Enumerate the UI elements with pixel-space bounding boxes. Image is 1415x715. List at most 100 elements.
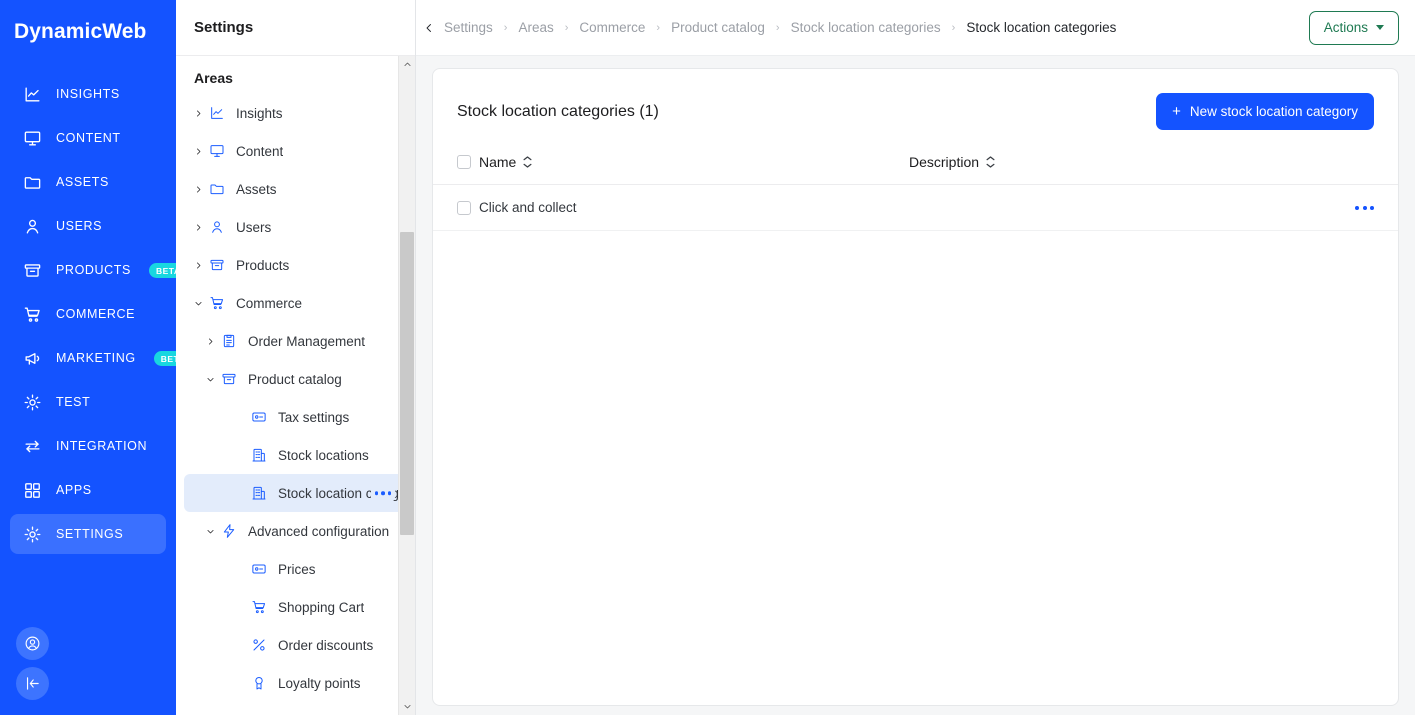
tree-node-order-management[interactable]: Order Management bbox=[184, 322, 409, 360]
rail-bottom-actions bbox=[16, 627, 49, 707]
monitor-icon bbox=[22, 128, 42, 148]
rail-item-label: INSIGHTS bbox=[56, 87, 120, 101]
chevron-right-icon[interactable] bbox=[190, 223, 206, 232]
sort-icon[interactable] bbox=[523, 156, 532, 168]
tree-node-label: Users bbox=[236, 219, 272, 235]
breadcrumb-item[interactable]: Stock location categories bbox=[791, 20, 941, 35]
chevron-right-icon[interactable] bbox=[202, 337, 218, 346]
clipboard-icon bbox=[218, 333, 240, 349]
column-header-name[interactable]: Name bbox=[479, 148, 909, 185]
collapse-rail-icon[interactable] bbox=[16, 667, 49, 700]
rail-item-commerce[interactable]: COMMERCE bbox=[10, 294, 166, 334]
chevron-down-icon[interactable] bbox=[202, 527, 218, 536]
tree-node-stock-location-categories[interactable]: Stock location categoriesri bbox=[184, 474, 409, 512]
rail-item-insights[interactable]: INSIGHTS bbox=[10, 74, 166, 114]
chevron-right-icon[interactable] bbox=[190, 261, 206, 270]
rail-item-label: SETTINGS bbox=[56, 527, 124, 541]
rail-item-content[interactable]: CONTENT bbox=[10, 118, 166, 158]
row-overflow-menu-icon[interactable] bbox=[909, 205, 1398, 210]
table-row[interactable]: Click and collect bbox=[433, 184, 1398, 231]
rail-item-label: ASSETS bbox=[56, 175, 109, 189]
tree-node-insights[interactable]: Insights bbox=[184, 94, 409, 132]
bolt-icon bbox=[218, 523, 240, 539]
tree-node-prices[interactable]: Prices bbox=[184, 550, 409, 588]
chevron-right-icon[interactable] bbox=[190, 109, 206, 118]
tree-node-commerce[interactable]: Commerce bbox=[184, 284, 409, 322]
column-header-description[interactable]: Description bbox=[909, 148, 1398, 185]
sort-icon[interactable] bbox=[986, 156, 995, 168]
actions-button[interactable]: Actions bbox=[1308, 10, 1399, 45]
select-all-checkbox[interactable] bbox=[457, 155, 471, 169]
user-icon bbox=[22, 216, 42, 236]
tree-node-assets[interactable]: Assets bbox=[184, 170, 409, 208]
cart-icon bbox=[22, 304, 42, 324]
card-icon bbox=[248, 561, 270, 577]
tree-node-label: Loyalty points bbox=[278, 675, 361, 691]
breadcrumb-item: Stock location categories bbox=[966, 20, 1117, 35]
tree-node-label: Order Management bbox=[248, 333, 366, 349]
tree-node-order-discounts[interactable]: Order discounts bbox=[184, 626, 409, 664]
rail-item-marketing[interactable]: MARKETING BETA bbox=[10, 338, 193, 378]
rail-item-integration[interactable]: INTEGRATION bbox=[10, 426, 166, 466]
breadcrumb-item[interactable]: Product catalog bbox=[671, 20, 765, 35]
tree-node-content[interactable]: Content bbox=[184, 132, 409, 170]
chevron-down-icon[interactable] bbox=[190, 299, 206, 308]
column-header-name-label: Name bbox=[479, 154, 517, 170]
scrollbar-thumb[interactable] bbox=[400, 232, 414, 535]
gear-icon bbox=[22, 524, 42, 544]
tree-node-tax-settings[interactable]: Tax settings bbox=[184, 398, 409, 436]
chevron-right-icon[interactable] bbox=[190, 185, 206, 194]
account-circle-icon[interactable] bbox=[16, 627, 49, 660]
tree-node-users[interactable]: Users bbox=[184, 208, 409, 246]
breadcrumb-separator: › bbox=[775, 21, 780, 34]
rail-nav-list: INSIGHTS CONTENT ASSETS USERS PRODUCTS BETA CO… bbox=[0, 70, 193, 558]
select-all-header bbox=[433, 148, 479, 185]
scroll-up-arrow-icon[interactable] bbox=[399, 56, 415, 73]
exchange-icon bbox=[22, 436, 42, 456]
settings-tree-panel: Settings Areas Insights Content Assets User… bbox=[176, 0, 431, 715]
tree-node-overflow-menu-icon[interactable] bbox=[370, 485, 395, 501]
rail-item-settings[interactable]: SETTINGS bbox=[10, 514, 166, 554]
rail-item-label: COMMERCE bbox=[56, 307, 136, 321]
box-icon bbox=[218, 371, 240, 387]
rail-item-users[interactable]: USERS bbox=[10, 206, 166, 246]
chevron-down-icon[interactable] bbox=[202, 375, 218, 384]
tree-node-label: Product catalog bbox=[248, 371, 342, 387]
actions-button-label: Actions bbox=[1323, 20, 1368, 35]
tree-node-loyalty-points[interactable]: Loyalty points bbox=[184, 664, 409, 702]
tree-node-shopping-cart[interactable]: Shopping Cart bbox=[184, 588, 409, 626]
breadcrumb-item[interactable]: Areas bbox=[518, 20, 553, 35]
chevron-right-icon[interactable] bbox=[190, 147, 206, 156]
tree-node-advanced-configuration[interactable]: Advanced configuration bbox=[184, 512, 409, 550]
gear-icon bbox=[22, 392, 42, 412]
breadcrumb-item[interactable]: Commerce bbox=[579, 20, 645, 35]
tree-node-product-catalog[interactable]: Product catalog bbox=[184, 360, 409, 398]
rail-item-apps[interactable]: APPS bbox=[10, 470, 166, 510]
breadcrumb-item[interactable]: Settings bbox=[444, 20, 493, 35]
column-header-description-label: Description bbox=[909, 154, 980, 170]
folder-icon bbox=[22, 172, 42, 192]
new-stock-location-category-button[interactable]: + New stock location category bbox=[1156, 93, 1374, 130]
rail-item-test[interactable]: TEST bbox=[10, 382, 166, 422]
table-body: Click and collect bbox=[433, 184, 1398, 231]
rail-item-label: TEST bbox=[56, 395, 91, 409]
breadcrumb-separator: › bbox=[951, 21, 956, 34]
row-name-cell: Click and collect bbox=[479, 184, 909, 231]
chevron-left-icon[interactable] bbox=[418, 17, 440, 39]
tree-node-label: Assets bbox=[236, 181, 277, 197]
rail-item-label: CONTENT bbox=[56, 131, 121, 145]
monitor-icon bbox=[206, 143, 228, 159]
panel-scrollbar[interactable] bbox=[398, 56, 415, 715]
rail-item-products[interactable]: PRODUCTS BETA bbox=[10, 250, 188, 290]
tree-node-products[interactable]: Products bbox=[184, 246, 409, 284]
user-icon bbox=[206, 219, 228, 235]
megaphone-icon bbox=[22, 348, 42, 368]
tree-node-label: Prices bbox=[278, 561, 316, 577]
row-checkbox[interactable] bbox=[457, 200, 471, 215]
new-button-label: New stock location category bbox=[1189, 104, 1358, 119]
tree-node-label: Shopping Cart bbox=[278, 599, 365, 615]
tree-node-stock-locations[interactable]: Stock locations bbox=[184, 436, 409, 474]
rail-item-assets[interactable]: ASSETS bbox=[10, 162, 166, 202]
plus-icon: + bbox=[1172, 103, 1181, 120]
scroll-down-arrow-icon[interactable] bbox=[399, 698, 415, 715]
